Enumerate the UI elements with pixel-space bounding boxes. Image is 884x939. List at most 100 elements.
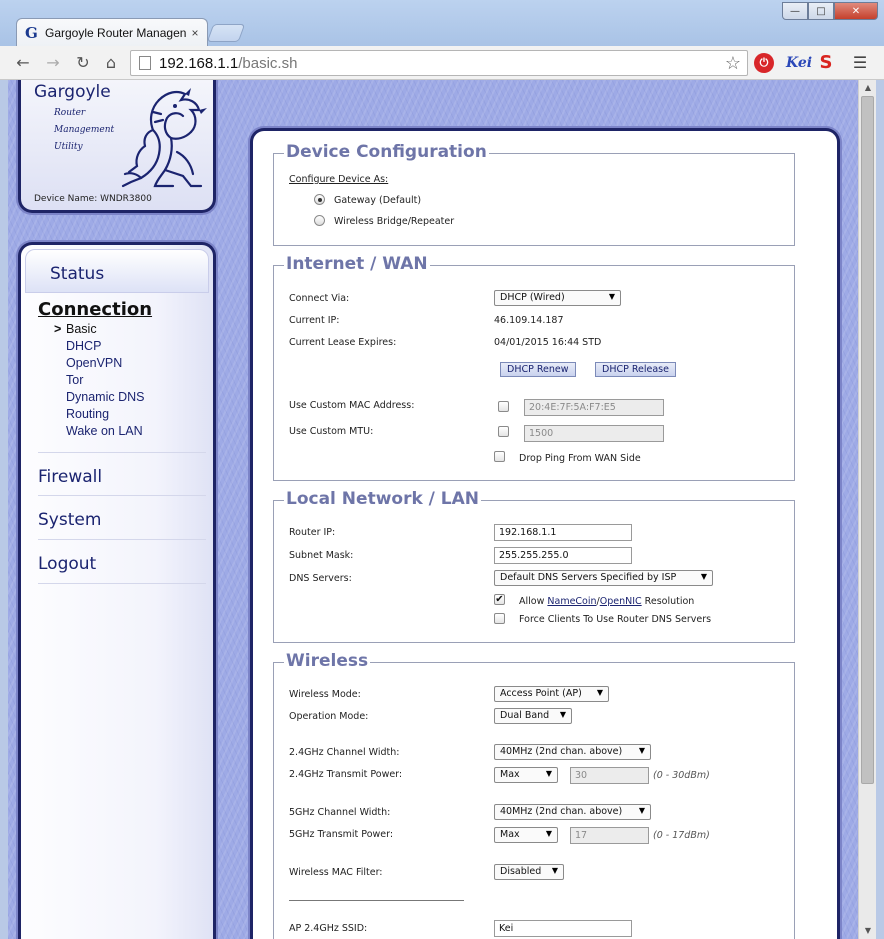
subnet-mask-input[interactable]: 255.255.255.0: [494, 547, 632, 564]
gateway-option-label: Gateway (Default): [334, 195, 422, 206]
browser-tab[interactable]: G Gargoyle Router Managen ×: [16, 18, 208, 46]
tx24-power-value: Max: [500, 769, 520, 780]
browser-titlebar: G Gargoyle Router Managen × — □ ✕: [0, 0, 884, 46]
wan-title: Internet / WAN: [284, 254, 430, 274]
wireless-mode-select[interactable]: Access Point (AP) ▼: [494, 686, 609, 702]
ch24-width-label: 2.4GHz Channel Width:: [289, 747, 400, 758]
tx5-power-select[interactable]: Max ▼: [494, 827, 558, 843]
nav-sub-openvpn[interactable]: OpenVPN: [66, 356, 122, 370]
configure-device-label: Configure Device As:: [289, 174, 389, 185]
force-clients-dns-checkbox[interactable]: [494, 613, 505, 624]
wireless-title: Wireless: [284, 651, 371, 671]
drop-ping-label: Drop Ping From WAN Side: [519, 453, 641, 464]
adblock-extension-icon[interactable]: ⏻: [754, 53, 774, 73]
custom-mtu-checkbox[interactable]: [498, 426, 509, 437]
chevron-down-icon: ▼: [559, 710, 566, 719]
ch5-width-value: 40MHz (2nd chan. above): [500, 806, 623, 817]
browser-toolbar: ← → ↻ ⌂ 192.168.1.1/basic.sh ☆ ⏻ Kei S ☰: [0, 46, 884, 80]
bridge-radio[interactable]: [314, 215, 325, 226]
custom-mtu-input[interactable]: 1500: [524, 425, 664, 442]
home-icon[interactable]: ⌂: [100, 52, 122, 74]
logo-panel: Gargoyle Router Management Utility Devic…: [18, 80, 216, 213]
nav-sub-basic[interactable]: > Basic: [54, 322, 97, 336]
menu-icon[interactable]: ☰: [850, 53, 870, 73]
chevron-down-icon: ▼: [608, 292, 615, 301]
chevron-down-icon: ▼: [638, 806, 645, 815]
lease-expires-label: Current Lease Expires:: [289, 337, 397, 348]
nav-sub-dhcp[interactable]: DHCP: [66, 339, 101, 353]
ssid-input[interactable]: Kei: [494, 920, 632, 937]
gateway-radio[interactable]: [314, 194, 325, 205]
close-window-button[interactable]: ✕: [834, 2, 878, 20]
dhcp-renew-button[interactable]: DHCP Renew: [500, 362, 576, 377]
chevron-down-icon: ▼: [700, 572, 707, 581]
lan-section: Local Network / LAN Router IP: 192.168.1…: [273, 489, 795, 643]
mac-filter-select[interactable]: Disabled ▼: [494, 864, 564, 880]
dns-servers-value: Default DNS Servers Specified by ISP: [500, 572, 677, 583]
forward-arrow-icon[interactable]: →: [42, 52, 64, 74]
chevron-down-icon: ▼: [551, 866, 558, 875]
reload-icon[interactable]: ↻: [72, 52, 94, 74]
tx5-power-input[interactable]: 17: [570, 827, 649, 844]
allow-namecoin-checkbox[interactable]: ✔: [494, 594, 505, 605]
ch5-width-label: 5GHz Channel Width:: [289, 807, 391, 818]
drop-ping-checkbox[interactable]: [494, 451, 505, 462]
dhcp-release-button[interactable]: DHCP Release: [595, 362, 676, 377]
device-configuration-title: Device Configuration: [284, 142, 489, 162]
connect-via-label: Connect Via:: [289, 293, 350, 304]
new-tab-button[interactable]: [206, 24, 246, 42]
wireless-mode-label: Wireless Mode:: [289, 689, 361, 700]
tab-title: Gargoyle Router Managen: [45, 25, 187, 40]
force-clients-dns-label: Force Clients To Use Router DNS Servers: [519, 614, 712, 625]
device-name-value: WNDR3800: [100, 194, 152, 204]
nav-status[interactable]: Status: [25, 249, 209, 293]
connect-via-select[interactable]: DHCP (Wired) ▼: [494, 290, 621, 306]
ch5-width-select[interactable]: 40MHz (2nd chan. above) ▼: [494, 804, 651, 820]
lan-title: Local Network / LAN: [284, 489, 482, 509]
namecoin-link[interactable]: NameCoin: [547, 596, 596, 607]
scrollbar-thumb[interactable]: [861, 96, 874, 784]
custom-mac-label: Use Custom MAC Address:: [289, 400, 415, 411]
gargoyle-favicon-icon: G: [25, 23, 38, 42]
custom-mac-input[interactable]: 20:4E:7F:5A:F7:E5: [524, 399, 664, 416]
tx24-power-select[interactable]: Max ▼: [494, 767, 558, 783]
nav-firewall[interactable]: Firewall: [38, 452, 206, 496]
nav-connection[interactable]: Connection: [38, 299, 152, 320]
current-ip-value: 46.109.14.187: [494, 315, 564, 326]
custom-mac-checkbox[interactable]: [498, 401, 509, 412]
allow-prefix: Allow: [519, 596, 548, 607]
nav-sub-dynamic-dns[interactable]: Dynamic DNS: [66, 390, 145, 404]
tx24-power-input[interactable]: 30: [570, 767, 649, 784]
minimize-button[interactable]: —: [782, 2, 808, 20]
dns-servers-select[interactable]: Default DNS Servers Specified by ISP ▼: [494, 570, 713, 586]
s-extension-icon[interactable]: S: [816, 53, 836, 73]
address-bar[interactable]: 192.168.1.1/basic.sh ☆: [130, 50, 748, 76]
nav-sub-basic-label: Basic: [66, 322, 97, 336]
vertical-scrollbar[interactable]: ▲ ▼: [858, 80, 876, 939]
current-ip-label: Current IP:: [289, 315, 340, 326]
operation-mode-label: Operation Mode:: [289, 711, 369, 722]
maximize-button[interactable]: □: [808, 2, 834, 20]
nav-sub-wake-on-lan[interactable]: Wake on LAN: [66, 424, 143, 438]
scroll-up-icon[interactable]: ▲: [859, 80, 877, 96]
custom-mtu-label: Use Custom MTU:: [289, 426, 374, 437]
wireless-section: Wireless Wireless Mode: Access Point (AP…: [273, 651, 795, 939]
ch24-width-select[interactable]: 40MHz (2nd chan. above) ▼: [494, 744, 651, 760]
opennic-link[interactable]: OpenNIC: [600, 596, 642, 607]
router-ip-input[interactable]: 192.168.1.1: [494, 524, 632, 541]
allow-suffix: Resolution: [641, 596, 695, 607]
kei-extension-icon[interactable]: Kei: [786, 53, 812, 73]
lease-expires-value: 04/01/2015 16:44 STD: [494, 337, 602, 348]
nav-sub-tor[interactable]: Tor: [66, 373, 83, 387]
mac-filter-value: Disabled: [500, 866, 542, 877]
operation-mode-select[interactable]: Dual Band ▼: [494, 708, 572, 724]
scroll-down-icon[interactable]: ▼: [859, 923, 877, 939]
content-panel: Device Configuration Configure Device As…: [250, 128, 840, 939]
nav-system[interactable]: System: [38, 496, 206, 540]
bookmark-star-icon[interactable]: ☆: [725, 53, 741, 74]
back-arrow-icon[interactable]: ←: [12, 52, 34, 74]
chevron-down-icon: ▼: [596, 688, 603, 697]
nav-sub-routing[interactable]: Routing: [66, 407, 109, 421]
tab-close-icon[interactable]: ×: [189, 26, 201, 40]
nav-logout[interactable]: Logout: [38, 540, 206, 584]
